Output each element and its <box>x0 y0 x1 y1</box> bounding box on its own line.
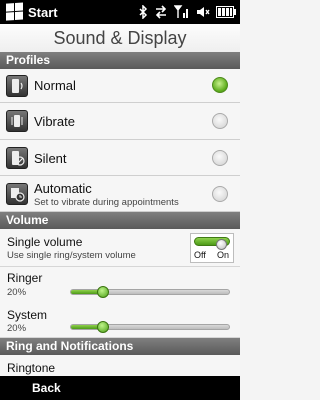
phone-vibrate-icon <box>6 110 28 132</box>
system-value: 20% <box>7 323 27 334</box>
status-bar: Start <box>0 0 240 24</box>
phone-speaker-icon <box>6 75 28 97</box>
single-volume-toggle[interactable]: Off On <box>190 233 234 263</box>
single-volume-sublabel: Use single ring/system volume <box>7 250 136 261</box>
back-button[interactable]: Back <box>32 381 61 395</box>
profile-label: Automatic <box>34 181 92 196</box>
phone-silent-icon <box>6 147 28 169</box>
system-row: System 20% <box>0 305 240 338</box>
start-label[interactable]: Start <box>28 5 58 20</box>
speaker-muted-icon[interactable] <box>196 5 210 19</box>
profile-label: Normal <box>34 78 76 93</box>
radio-silent[interactable] <box>212 150 228 166</box>
ringer-value: 20% <box>7 287 27 298</box>
profile-item-automatic[interactable]: Automatic Set to vibrate during appointm… <box>0 176 240 212</box>
profile-item-normal[interactable]: Normal <box>0 69 240 103</box>
ringer-row: Ringer 20% <box>0 267 240 305</box>
bottom-softkey-bar: Back <box>0 376 240 400</box>
profile-label: Silent <box>34 151 67 166</box>
radio-vibrate[interactable] <box>212 113 228 129</box>
profile-label: Vibrate <box>34 114 75 129</box>
ringer-label: Ringer <box>7 271 43 285</box>
section-header-profiles: Profiles <box>0 52 240 69</box>
toggle-knob[interactable] <box>216 239 227 250</box>
toggle-on-label: On <box>216 250 229 260</box>
data-sync-icon[interactable] <box>154 5 168 19</box>
profile-item-silent[interactable]: Silent <box>0 140 240 176</box>
bluetooth-icon[interactable] <box>138 5 148 19</box>
section-header-ring-notifications: Ring and Notifications <box>0 338 240 355</box>
single-volume-row: Single volume Use single ring/system vol… <box>0 229 240 267</box>
ringer-slider-thumb[interactable] <box>96 286 109 298</box>
signal-strength-icon[interactable] <box>174 5 190 19</box>
system-slider[interactable] <box>70 321 230 333</box>
toggle-track <box>194 237 230 250</box>
radio-automatic[interactable] <box>212 186 228 202</box>
toggle-off-label: Off <box>194 250 206 260</box>
profile-item-vibrate[interactable]: Vibrate <box>0 103 240 140</box>
section-header-volume: Volume <box>0 212 240 229</box>
profile-sublabel: Set to vibrate during appointments <box>34 197 179 208</box>
ringtone-row[interactable]: Ringtone <box>0 355 240 376</box>
page-title: Sound & Display <box>0 24 240 52</box>
windows-flag-icon[interactable] <box>6 2 24 21</box>
battery-icon[interactable] <box>216 6 236 18</box>
ringtone-label: Ringtone <box>7 361 56 375</box>
system-label: System <box>7 308 48 322</box>
radio-normal[interactable] <box>212 77 228 93</box>
calendar-clock-icon <box>6 183 28 205</box>
single-volume-label: Single volume <box>7 235 83 249</box>
ringer-slider[interactable] <box>70 286 230 298</box>
system-slider-thumb[interactable] <box>96 321 109 333</box>
